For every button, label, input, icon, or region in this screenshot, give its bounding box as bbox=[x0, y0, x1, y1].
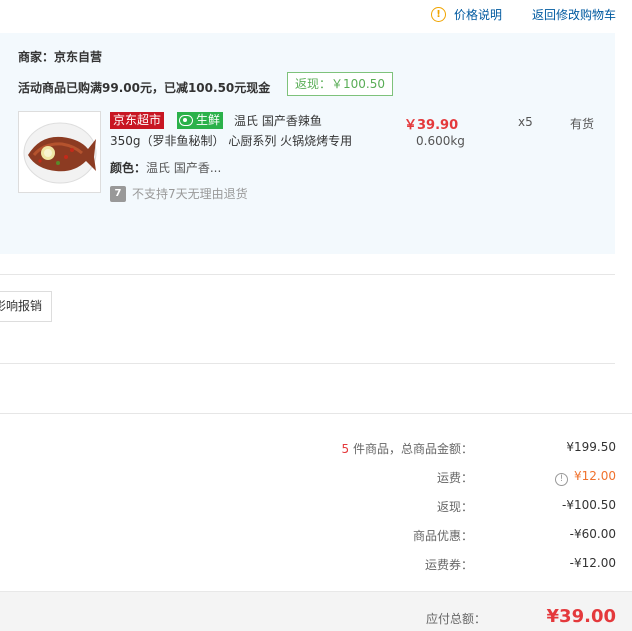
freight-value: ¥12.00 bbox=[574, 469, 616, 483]
fresh-badge: 生鲜 bbox=[177, 112, 224, 129]
jd-supermarket-badge: 京东超市 bbox=[110, 112, 165, 129]
info-icon: ! bbox=[430, 7, 446, 22]
discount-value: -¥60.00 bbox=[569, 527, 616, 541]
summary-freight-coupon: 运费券： -¥12.00 bbox=[0, 556, 616, 574]
summary-freight: 运费： ! ¥12.00 bbox=[0, 469, 616, 487]
divider bbox=[0, 274, 615, 275]
price-note-link[interactable]: 价格说明 bbox=[454, 6, 502, 23]
promo-text: 活动商品已购满99.00元，已减100.50元现金 bbox=[18, 81, 271, 95]
freight-coupon-label: 运费券： bbox=[424, 558, 473, 572]
quantity: x5 bbox=[518, 115, 533, 129]
shop-box: 商家：京东自营 活动商品已购满99.00元，已减100.50元现金 返现：￥10… bbox=[0, 33, 615, 254]
total-label: 应付总额： bbox=[425, 612, 486, 626]
fresh-badge-label: 生鲜 bbox=[196, 113, 221, 127]
stock-status: 有货 bbox=[570, 117, 595, 131]
unit-weight: 0.600kg bbox=[416, 134, 465, 148]
summary-goods-total: 5 件商品，总商品金额： ¥199.50 bbox=[0, 440, 616, 458]
unit-price: ￥39.90 bbox=[404, 118, 459, 133]
goods-total-label: 5 件商品，总商品金额： bbox=[342, 440, 473, 457]
fresh-icon bbox=[179, 115, 193, 126]
no-return-icon: 7 bbox=[110, 185, 126, 202]
freight-value-wrap: ! ¥12.00 bbox=[555, 469, 616, 486]
freight-label: 运费： bbox=[436, 471, 473, 485]
rebate-label: 返现： bbox=[436, 500, 473, 514]
color-label: 颜色： bbox=[110, 161, 147, 175]
product-color: 颜色：温氏 国产香... bbox=[110, 159, 221, 176]
product-title-line2[interactable]: 350g（罗非鱼秘制） 心厨系列 火锅烧烤专用 bbox=[110, 132, 352, 149]
rebate-tag: 返现：￥100.50 bbox=[287, 72, 393, 96]
color-value: 温氏 国产香... bbox=[146, 161, 222, 175]
freight-info-icon[interactable]: ! bbox=[555, 473, 568, 486]
merchant-name: 商家：京东自营 bbox=[18, 50, 103, 64]
rebate-value: -¥100.50 bbox=[562, 498, 616, 512]
product-thumbnail[interactable] bbox=[18, 111, 101, 193]
top-links: ! 价格说明 返回修改购物车 bbox=[430, 6, 616, 23]
total-bar: 应付总额： ¥39.00 bbox=[0, 591, 632, 631]
no-return-notice: 7 不支持7天无理由退货 bbox=[110, 185, 248, 202]
invoice-button[interactable]: 影响报销 bbox=[0, 291, 52, 322]
product-title-line1[interactable]: 温氏 国产香辣鱼 bbox=[234, 112, 322, 129]
divider bbox=[0, 363, 615, 364]
goods-total-value: ¥199.50 bbox=[566, 440, 616, 454]
divider bbox=[0, 413, 632, 414]
summary-rebate: 返现： -¥100.50 bbox=[0, 498, 616, 516]
item-count-suffix: 件商品，总商品金额： bbox=[349, 442, 473, 456]
total-value: ¥39.00 bbox=[546, 606, 616, 627]
fish-dish-image bbox=[23, 122, 96, 184]
summary-discount: 商品优惠： -¥60.00 bbox=[0, 527, 616, 545]
back-to-cart-link[interactable]: 返回修改购物车 bbox=[532, 6, 616, 23]
discount-label: 商品优惠： bbox=[412, 529, 473, 543]
freight-coupon-value: -¥12.00 bbox=[569, 556, 616, 570]
no-return-text: 不支持7天无理由退货 bbox=[132, 187, 248, 201]
